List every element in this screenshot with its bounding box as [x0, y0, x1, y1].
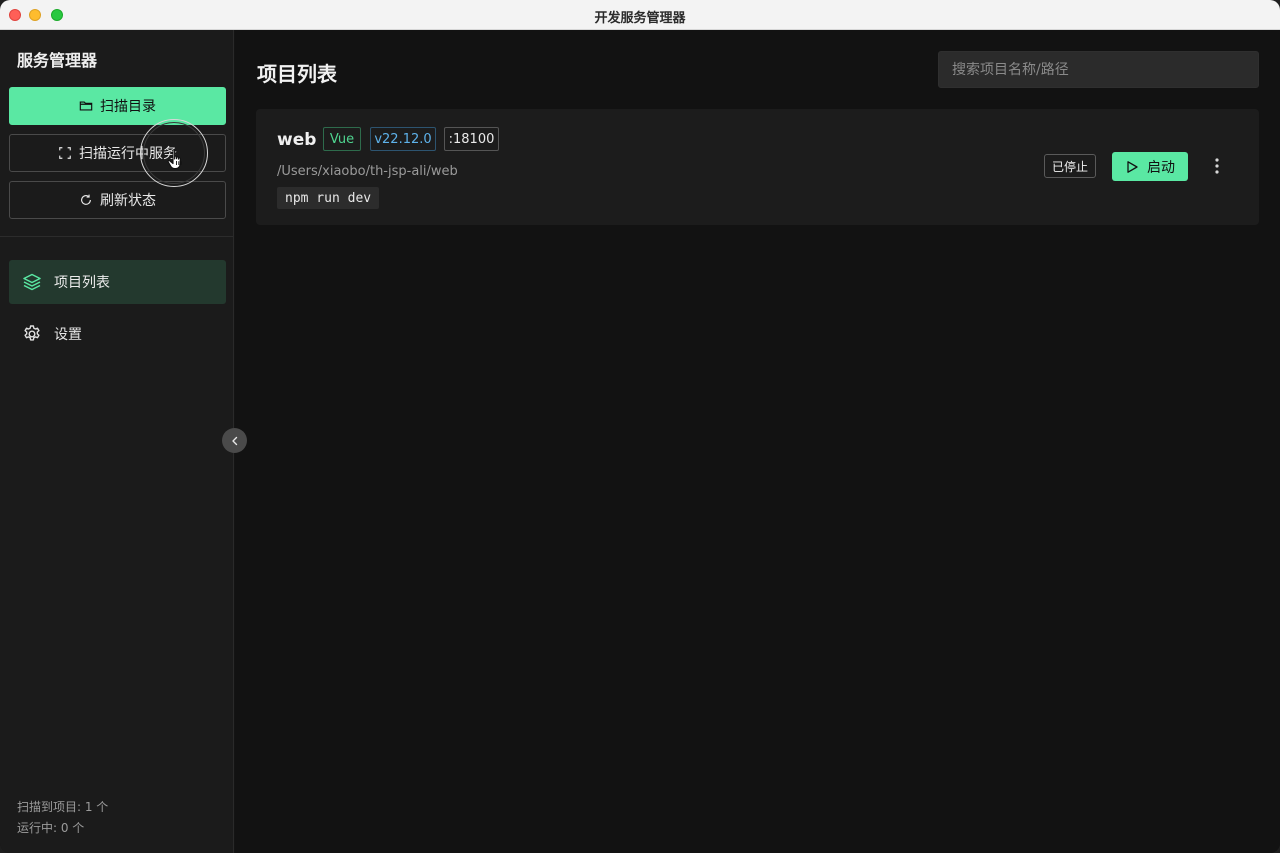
scan-icon	[59, 147, 71, 159]
layers-icon	[23, 273, 41, 291]
sidebar: 服务管理器 扫描目录 扫描运行中服务 刷新状态 项目列表 设置 扫描到项目: 1…	[0, 30, 234, 853]
project-card: web Vue v22.12.0 :18100 /Users/xiaobo/th…	[256, 109, 1259, 225]
sidebar-item-settings[interactable]: 设置	[9, 312, 226, 356]
scan-running-services-button[interactable]: 扫描运行中服务	[9, 134, 226, 172]
app-title: 服务管理器	[17, 51, 98, 70]
collapse-sidebar-button[interactable]	[222, 428, 247, 453]
title-bar: 开发服务管理器	[0, 0, 1280, 30]
project-name: web	[277, 130, 317, 150]
main-content: 项目列表 web Vue v22.12.0 :18100 /Users/xiao…	[235, 30, 1280, 853]
gear-icon	[24, 325, 40, 341]
framework-tag: Vue	[323, 127, 361, 151]
window-title: 开发服务管理器	[594, 11, 686, 26]
scan-directory-button[interactable]: 扫描目录	[9, 87, 226, 125]
scanned-projects-count: 扫描到项目: 1 个	[17, 800, 109, 814]
scan-directory-label: 扫描目录	[100, 99, 156, 115]
more-vertical-icon	[1215, 158, 1219, 174]
project-path: /Users/xiaobo/th-jsp-ali/web	[277, 164, 458, 179]
search-input[interactable]	[938, 51, 1259, 88]
more-options-button[interactable]	[1207, 155, 1227, 177]
port-tag: :18100	[444, 127, 499, 151]
scan-running-services-label: 扫描运行中服务	[79, 146, 177, 162]
page-title: 项目列表	[257, 62, 337, 86]
chevron-left-icon	[231, 436, 237, 445]
start-button-label: 启动	[1147, 159, 1175, 176]
refresh-status-button[interactable]: 刷新状态	[9, 181, 226, 219]
project-command: npm run dev	[277, 187, 380, 209]
running-services-count: 运行中: 0 个	[17, 821, 85, 835]
folder-icon	[79, 101, 93, 111]
sidebar-divider	[0, 236, 233, 237]
sidebar-item-projects-label: 项目列表	[54, 275, 110, 291]
sidebar-item-settings-label: 设置	[54, 327, 82, 343]
start-button[interactable]: 启动	[1112, 152, 1188, 181]
sidebar-item-projects[interactable]: 项目列表	[9, 260, 226, 304]
play-icon	[1127, 160, 1138, 173]
refresh-icon	[81, 194, 91, 205]
app-window: 开发服务管理器 服务管理器 扫描目录 扫描运行中服务 刷新状态 项目列表 设置 …	[0, 0, 1280, 853]
node-version-tag: v22.12.0	[370, 127, 436, 151]
refresh-status-label: 刷新状态	[100, 193, 156, 209]
status-badge: 已停止	[1044, 154, 1096, 178]
